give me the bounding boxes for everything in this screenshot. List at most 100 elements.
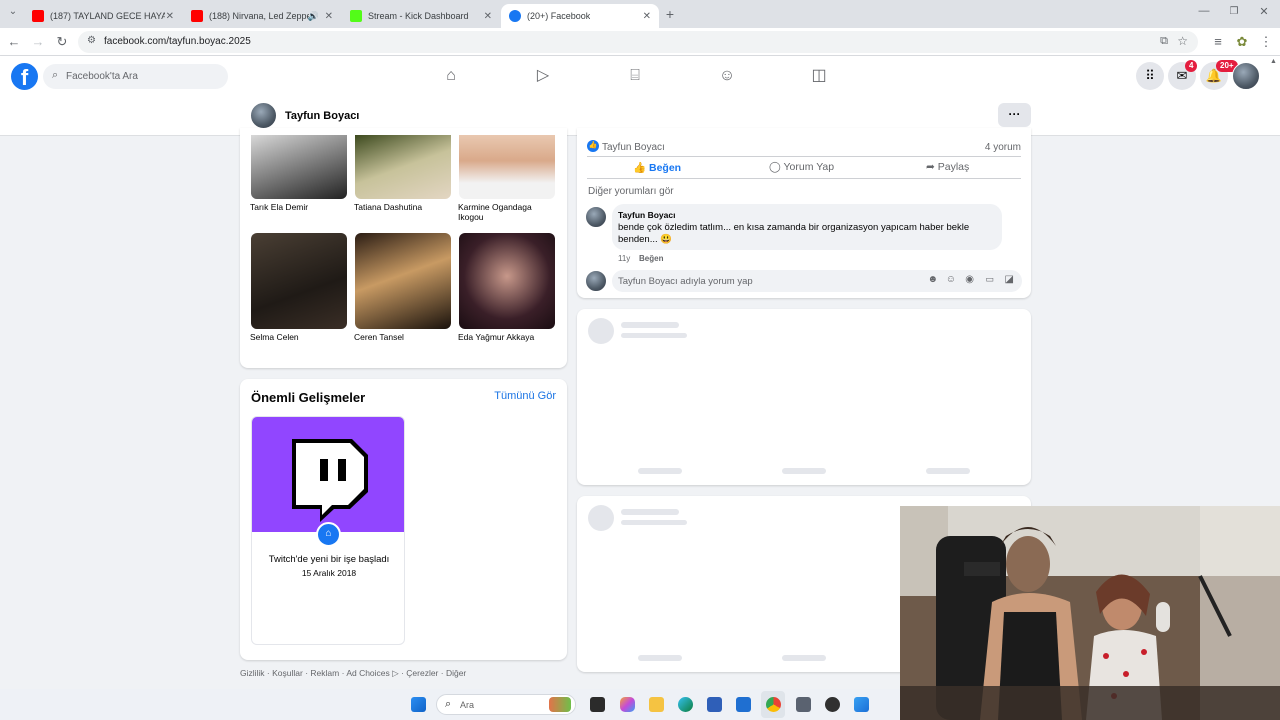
share-button[interactable]: ➦ Paylaş [926,161,969,173]
gaming-icon[interactable]: ◫ [807,64,831,88]
reload-icon[interactable]: ↻ [54,34,70,50]
minimize-icon[interactable]: — [1196,5,1212,17]
skeleton-line [621,509,679,515]
close-tab-icon[interactable]: ✕ [643,11,651,22]
footer-link[interactable]: Ad Choices [346,668,389,678]
forward-icon[interactable]: → [30,34,46,49]
menu-grid-icon[interactable]: ⠿ [1136,62,1164,90]
copilot-icon[interactable] [620,697,635,712]
friend-name[interactable]: Eda Yağmur Akkaya [458,332,558,342]
search-icon: ⌕ [445,698,452,710]
widgets-icon[interactable] [549,697,571,712]
taskbar-search-input[interactable]: ⌕ Ara [436,694,576,715]
url-text[interactable]: facebook.com/tayfun.boyac.2025 [104,36,251,47]
see-all-link[interactable]: Tümünü Gör [494,390,556,402]
chrome-icon[interactable] [766,697,781,712]
install-icon[interactable]: ⧉ [1160,35,1168,48]
footer-link[interactable]: Diğer [446,668,466,678]
friend-name[interactable]: Selma Celen [250,332,350,342]
profile-avatar[interactable] [250,102,277,129]
obs-icon[interactable] [825,697,840,712]
facebook-search-input[interactable]: ⌕ Facebook'ta Ara [43,64,228,89]
friend-photo[interactable] [459,233,555,329]
friend-photo[interactable] [251,135,347,199]
comment-author[interactable]: Tayfun Boyacı [618,210,675,220]
account-avatar[interactable] [1232,62,1260,90]
friend-name[interactable]: Tarık Ela Demir [250,202,350,212]
watch-icon[interactable]: ▷ [531,64,555,88]
media-control-icon[interactable]: ≡ [1210,34,1226,49]
skeleton-line [782,468,826,474]
close-tab-icon[interactable]: ✕ [484,11,492,22]
bookmark-star-icon[interactable]: ☆ [1177,34,1188,48]
profile-name[interactable]: Tayfun Boyacı [285,110,359,122]
friend-name[interactable]: Karmine Ogandaga Ikogou [458,202,558,222]
marketplace-icon[interactable]: ⌸ [623,64,647,88]
tab-search-icon[interactable]: ⌄ [5,6,21,17]
footer-link[interactable]: Çerezler [406,668,438,678]
site-info-icon[interactable]: ⚙ [87,35,96,46]
comment-text: bende çok özledim tatlım... en kısa zama… [618,222,970,245]
friend-photo[interactable] [251,233,347,329]
friend-name[interactable]: Tatiana Dashutina [354,202,454,212]
view-more-comments-link[interactable]: Diğer yorumları gör [588,186,674,197]
browser-tab-4[interactable]: (20+) Facebook ✕ [501,4,659,28]
browser-tab-3[interactable]: Stream - Kick Dashboard ✕ [342,4,500,28]
back-icon[interactable]: ← [6,34,22,49]
like-button[interactable]: 👍 Beğen [633,161,681,174]
footer-link[interactable]: Gizlilik [240,668,265,678]
footer-links: Gizlilik · Koşullar · Reklam · Ad Choice… [240,668,467,678]
edge-icon[interactable] [678,697,693,712]
comment-count[interactable]: 4 yorum [985,142,1021,153]
paint-icon[interactable] [854,697,869,712]
new-tab-icon[interactable]: + [662,6,678,22]
store-icon[interactable] [707,697,722,712]
restore-icon[interactable]: ❐ [1226,6,1242,17]
ad-choices-icon[interactable]: ▷ [392,668,399,678]
close-window-icon[interactable]: ✕ [1256,5,1272,18]
friend-photo[interactable] [355,233,451,329]
friend-name[interactable]: Ceren Tansel [354,332,454,342]
more-options-button[interactable]: ··· [998,103,1031,127]
browser-menu-icon[interactable]: ⋮ [1258,34,1274,50]
skeleton-line [621,333,687,338]
browser-tab-2[interactable]: (188) Nirvana, Led Zeppelin 🔊 ✕ [183,4,341,28]
gif-icon[interactable]: ▭ [985,274,994,285]
emoji-icon[interactable]: ☺ [946,274,956,285]
avatar-sticker-icon[interactable]: ☻ [927,274,938,285]
footer-link[interactable]: Reklam [310,668,339,678]
scroll-up-icon[interactable]: ▲ [1270,58,1277,65]
share-button-label: Paylaş [937,161,970,173]
extension-icon[interactable]: ✿ [1234,34,1250,50]
skeleton-line [638,468,682,474]
reaction-names[interactable]: Tayfun Boyacı [602,142,665,153]
url-field[interactable]: ⚙ facebook.com/tayfun.boyac.2025 ⧉ ☆ [78,31,1198,53]
close-tab-icon[interactable]: ✕ [325,11,333,22]
skeleton-line [782,655,826,661]
terminal-icon[interactable] [590,697,605,712]
folder-icon[interactable] [649,697,664,712]
comment-time[interactable]: 11y [618,254,630,263]
comment-button[interactable]: ◯ Yorum Yap [769,161,834,173]
skeleton-avatar [588,505,614,531]
close-tab-icon[interactable]: ✕ [166,11,174,22]
audio-icon[interactable]: 🔊 [308,11,319,22]
comment-composer-input[interactable]: Tayfun Boyacı adıyla yorum yap ☻ ☺ ◉ ▭ ◪ [612,270,1022,292]
camera-icon[interactable]: ◉ [965,274,974,285]
windows-icon[interactable] [411,697,426,712]
highlight-item[interactable]: ⌂ Twitch'de yeni bir işe başladı 15 Aral… [251,416,405,645]
commenter-avatar[interactable] [585,206,607,228]
home-icon[interactable]: ⌂ [439,64,463,88]
footer-link[interactable]: Koşullar [272,668,303,678]
sticker-icon[interactable]: ◪ [1005,274,1014,285]
messenger-badge: 4 [1185,60,1198,72]
comment-like-link[interactable]: Beğen [639,254,663,263]
highlights-card: Önemli Gelişmeler Tümünü Gör ⌂ Twitch'de… [240,379,567,660]
browser-tab-1[interactable]: (187) TAYLAND GECE HAYATI - ✕ [24,4,182,28]
facebook-logo-icon[interactable]: f [11,63,38,90]
calculator-icon[interactable] [796,697,811,712]
groups-icon[interactable]: ☺ [715,64,739,88]
friend-photo[interactable] [459,135,555,199]
friend-photo[interactable] [355,135,451,199]
mail-icon[interactable] [736,697,751,712]
